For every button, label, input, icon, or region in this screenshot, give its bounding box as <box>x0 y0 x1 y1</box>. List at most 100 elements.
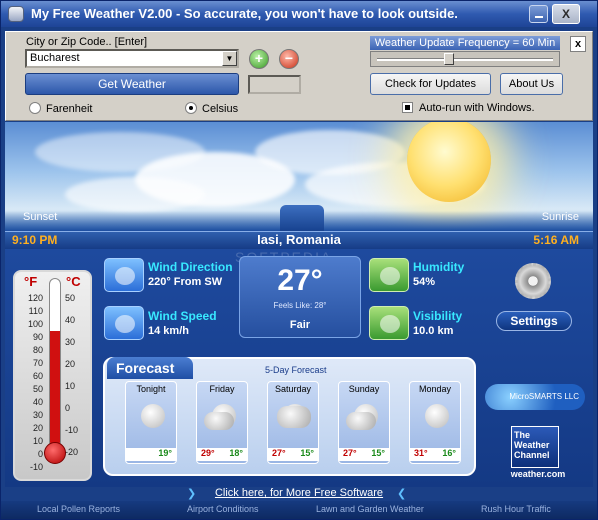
mercury-fill <box>50 330 60 447</box>
twc-line: Channel <box>514 450 550 460</box>
humidity-icon <box>369 258 409 292</box>
microsmarts-logo[interactable]: MicroSMARTS LLC <box>485 384 585 410</box>
day-name: Monday <box>418 384 452 394</box>
radio-off-icon <box>29 102 41 114</box>
update-frequency-label: Weather Update Frequency = 60 Min <box>370 36 560 50</box>
fahrenheit-tick: 100 <box>27 319 43 329</box>
celsius-tick: 10 <box>65 381 76 391</box>
footer-links: Local Pollen Reports Airport Conditions … <box>1 501 597 519</box>
footer-link-traffic[interactable]: Rush Hour Traffic <box>481 504 551 514</box>
footer-link-airport[interactable]: Airport Conditions <box>187 504 259 514</box>
control-panel: City or Zip Code.. [Enter] Bucharest ▼ +… <box>5 31 593 121</box>
fahrenheit-tick: 70 <box>32 358 43 368</box>
panel-close-button[interactable]: x <box>570 36 586 52</box>
fahrenheit-scale: 120 110 100 90 80 70 60 50 40 30 20 10 0 -10 <box>16 292 43 474</box>
day-name: Tonight <box>136 384 166 394</box>
celsius-scale: 50 40 30 20 10 0 -10 -20 <box>65 292 87 468</box>
fahrenheit-tick: 60 <box>32 371 43 381</box>
celsius-tick: 50 <box>65 293 76 303</box>
wind-direction-icon <box>104 258 144 292</box>
thunderstorm-icon <box>273 398 313 438</box>
city-label: City or Zip Code.. [Enter] <box>26 36 148 48</box>
info-bar: 9:10 PM Iasi, Romania 5:16 AM <box>5 231 593 249</box>
update-frequency-slider[interactable] <box>370 51 560 67</box>
partly-cloudy-icon <box>344 398 384 438</box>
sunset-label: Sunset <box>23 211 58 223</box>
city-combobox[interactable]: Bucharest ▼ <box>25 49 239 68</box>
celsius-tick: 20 <box>65 359 76 369</box>
footer-link-pollen[interactable]: Local Pollen Reports <box>37 504 120 514</box>
app-icon <box>8 6 24 22</box>
add-city-button[interactable]: + <box>249 49 269 69</box>
forecast-subtitle: 5-Day Forecast <box>265 365 327 375</box>
visibility-icon <box>369 306 409 340</box>
day-name: Saturday <box>274 384 312 394</box>
city-value[interactable]: Bucharest <box>30 52 80 64</box>
celsius-label: Celsius <box>202 103 239 115</box>
gear-icon[interactable] <box>515 263 551 299</box>
day-low: 15° <box>300 448 314 458</box>
autorun-label: Auto-run with Windows. <box>419 102 535 114</box>
settings-button[interactable]: Settings <box>496 311 572 331</box>
sky-notch <box>280 205 324 231</box>
current-temperature: 27° <box>277 264 323 297</box>
close-button[interactable]: X <box>552 4 580 24</box>
sun-icon <box>415 398 455 438</box>
celsius-scale-label: °C <box>66 274 81 289</box>
footer-link-garden[interactable]: Lawn and Garden Weather <box>316 504 424 514</box>
app-window: My Free Weather V2.00 - So accurate, you… <box>0 0 598 520</box>
window-title: My Free Weather V2.00 - So accurate, you… <box>31 6 458 21</box>
weathercom-link[interactable]: weather.com <box>503 469 573 479</box>
forecast-day: Saturday 27° 15° <box>267 381 319 464</box>
checkbox-checked-icon <box>402 102 413 113</box>
wind-speed-icon <box>104 306 144 340</box>
fahrenheit-tick: 0 <box>37 449 43 459</box>
day-low: 16° <box>442 448 456 458</box>
fahrenheit-tick: 10 <box>32 436 43 446</box>
humidity-title: Humidity <box>413 260 465 274</box>
fahrenheit-tick: 120 <box>27 293 43 303</box>
forecast-day: Monday 31° 16° <box>409 381 461 464</box>
sun-icon <box>407 122 491 202</box>
celsius-radio[interactable]: Celsius <box>185 102 238 115</box>
slider-rail <box>377 58 553 61</box>
sunrise-label: Sunrise <box>541 211 579 223</box>
radio-on-icon <box>185 102 197 114</box>
autorun-checkbox[interactable]: Auto-run with Windows. <box>402 102 535 114</box>
day-low: 18° <box>229 448 243 458</box>
wind-direction-title: Wind Direction <box>148 260 233 274</box>
day-high: 29° <box>201 448 215 458</box>
more-software-link[interactable]: Click here, for More Free Software <box>5 487 593 499</box>
cloud <box>65 177 205 212</box>
thermometer: °F °C 120 110 100 90 80 70 60 50 40 30 20 10 0 -10 50… <box>13 270 92 481</box>
celsius-tick: 30 <box>65 337 76 347</box>
location-title: Iasi, Romania <box>257 232 341 247</box>
thermometer-bulb <box>44 442 66 464</box>
fahrenheit-tick: -10 <box>29 462 43 472</box>
visibility-value: 10.0 km <box>413 325 454 337</box>
get-weather-button[interactable]: Get Weather <box>25 73 239 95</box>
remove-city-button[interactable]: − <box>279 49 299 69</box>
about-us-button[interactable]: About Us <box>500 73 563 95</box>
farenheit-radio[interactable]: Farenheit <box>29 102 92 115</box>
farenheit-label: Farenheit <box>46 103 93 115</box>
slider-thumb[interactable] <box>444 53 455 65</box>
check-updates-button[interactable]: Check for Updates <box>370 73 491 95</box>
status-field <box>248 75 301 94</box>
day-name: Sunday <box>348 384 380 394</box>
forecast-title: Forecast <box>107 357 193 379</box>
minimize-button[interactable] <box>529 5 548 23</box>
promo-bar: ❯ Click here, for More Free Software ❮ <box>5 487 593 501</box>
current-condition: Fair <box>289 319 311 331</box>
celsius-tick: 40 <box>65 315 76 325</box>
forecast-day: Tonight 19° <box>125 381 177 464</box>
day-name: Friday <box>209 384 235 394</box>
chevron-down-icon[interactable]: ▼ <box>222 51 237 66</box>
sunrise-time: 5:16 AM <box>533 233 579 247</box>
feels-like: Feels Like: 28° <box>273 301 327 310</box>
fahrenheit-tick: 40 <box>32 397 43 407</box>
title-bar[interactable]: My Free Weather V2.00 - So accurate, you… <box>1 1 597 27</box>
weather-channel-logo[interactable]: The Weather Channel <box>511 426 559 468</box>
day-high: 31° <box>414 448 428 458</box>
sky-banner: Sunset Sunrise <box>5 122 593 231</box>
